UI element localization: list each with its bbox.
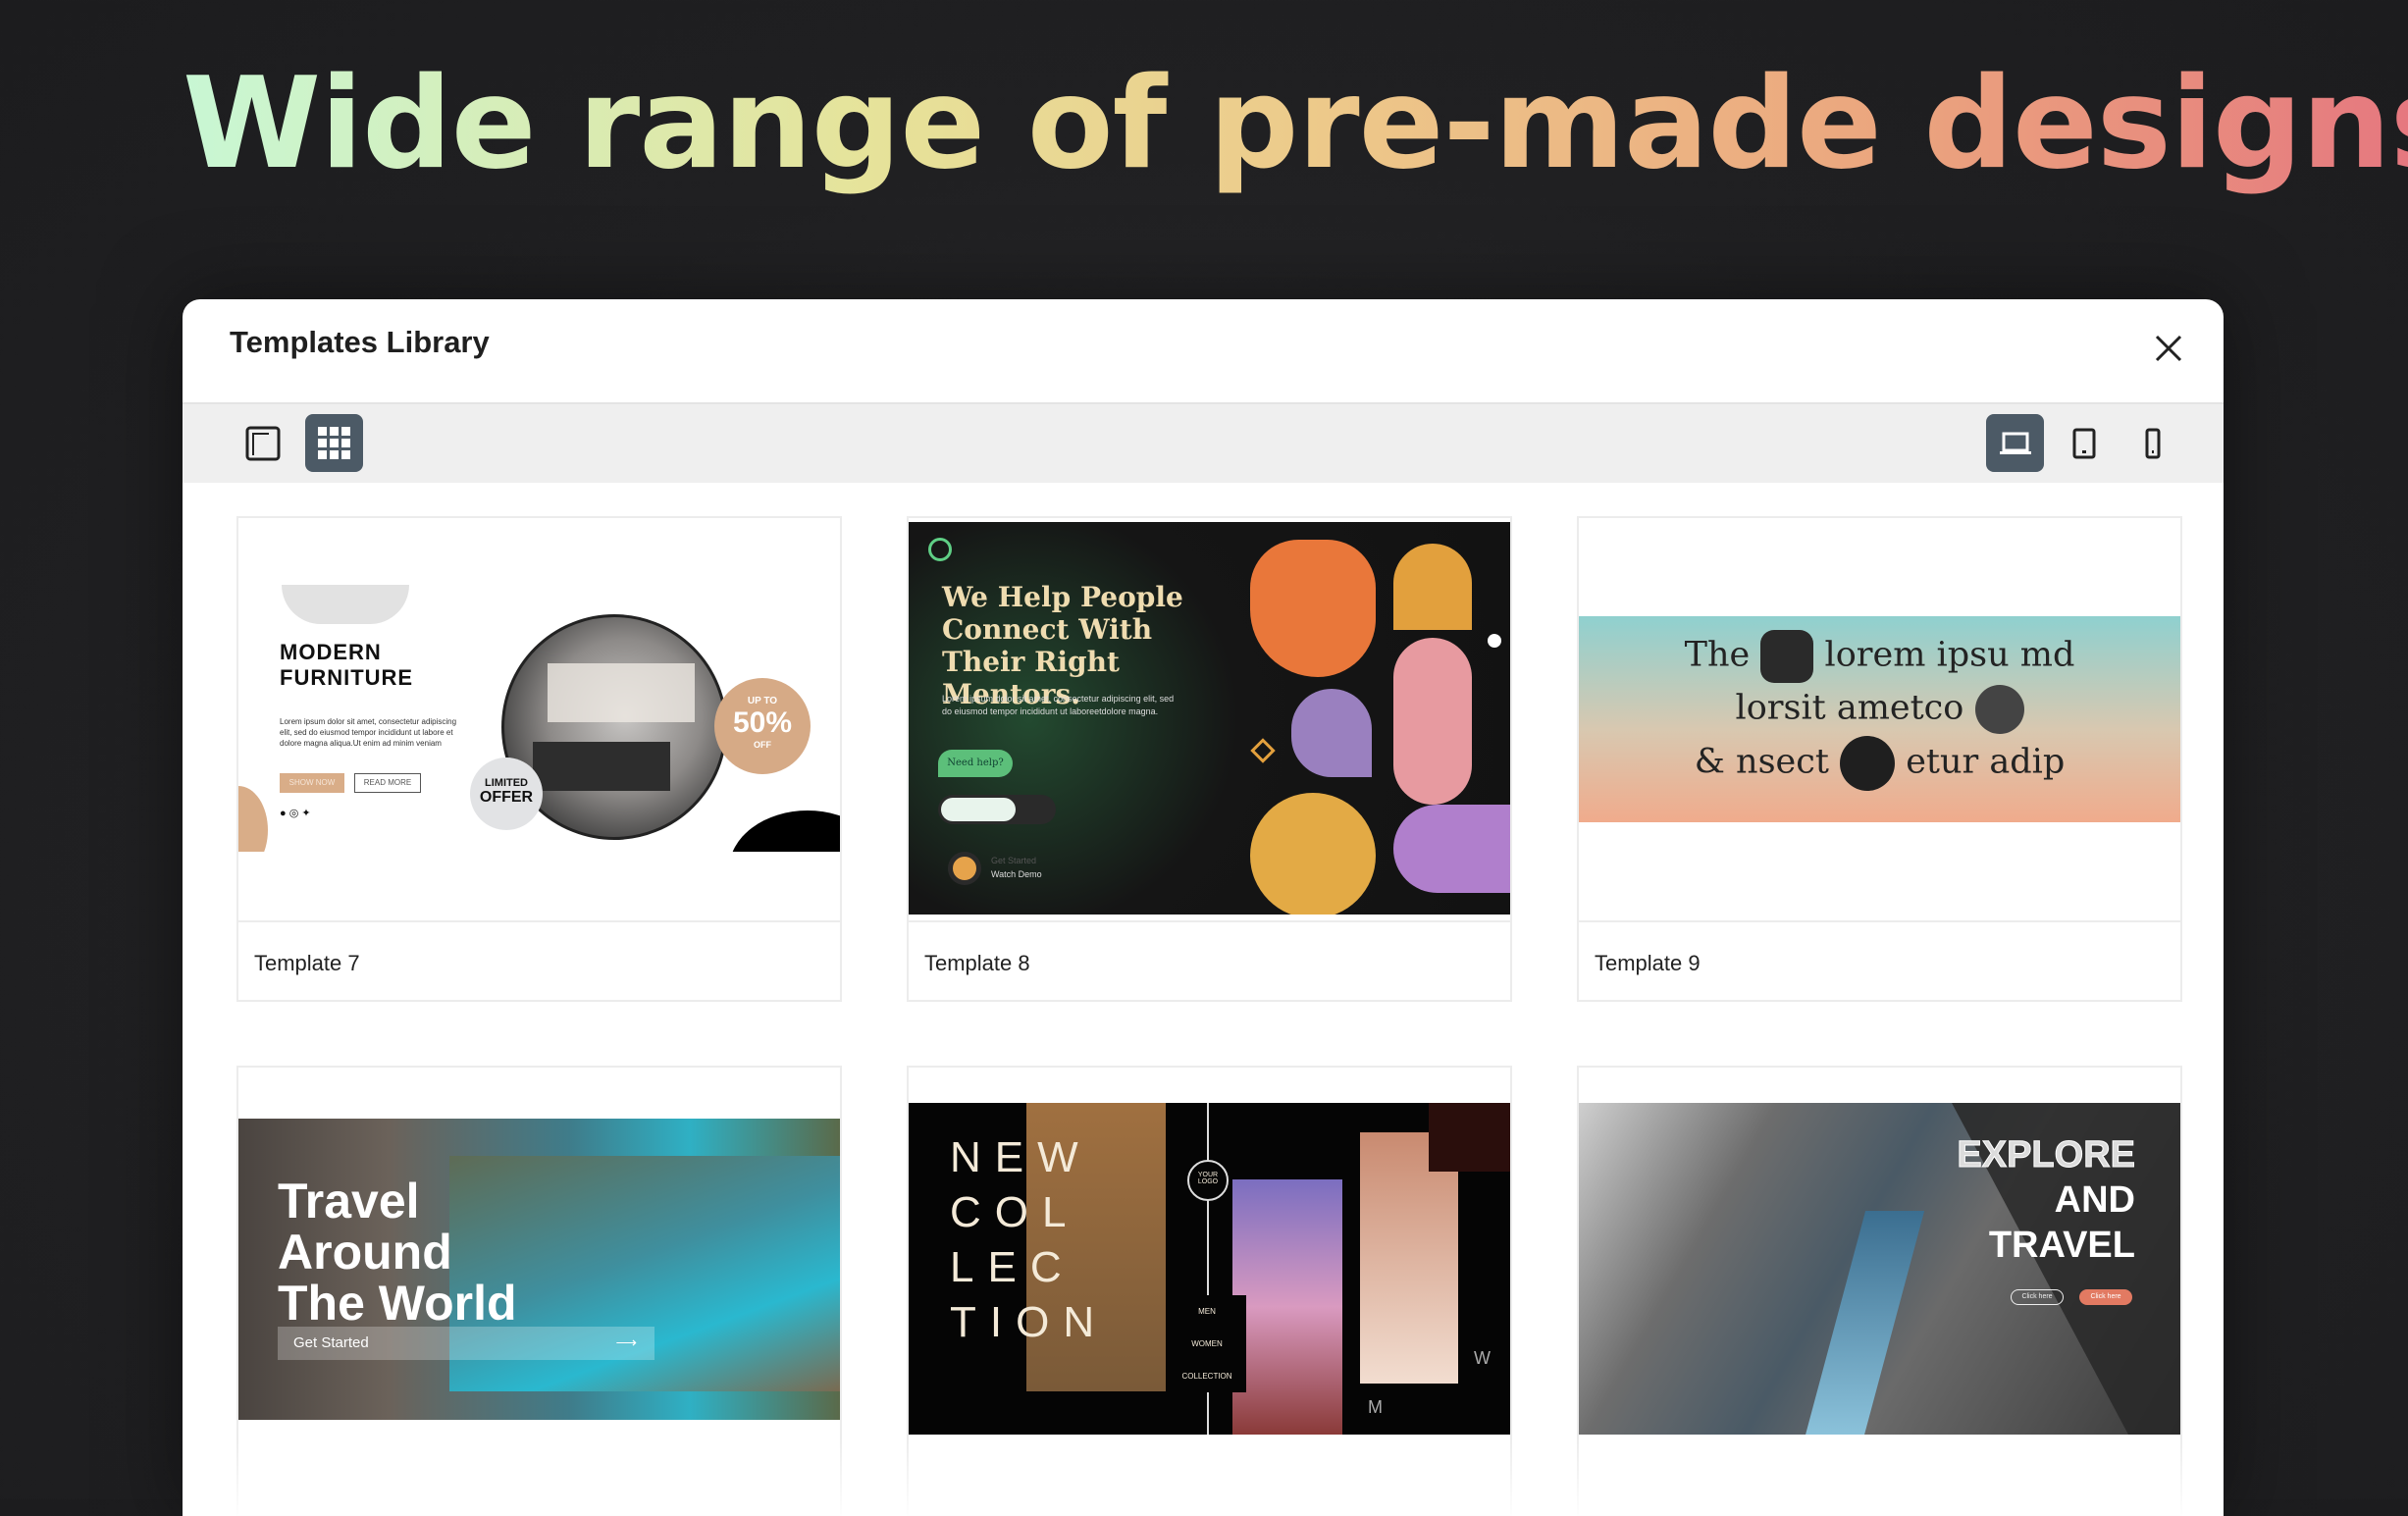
thumb-heading: TION: [950, 1298, 1109, 1346]
logo: YOUR LOGO: [1187, 1160, 1229, 1201]
close-icon[interactable]: [2149, 329, 2188, 368]
template-thumbnail: EXPLORE AND TRAVEL Click here Click here: [1579, 1103, 2180, 1435]
template-card[interactable]: The lorem ipsu md lorsit ametco & nsect …: [1577, 516, 2182, 1002]
offer-text: LIMITED: [485, 777, 528, 789]
thumb-heading: LEC: [950, 1243, 1075, 1291]
desktop-view-button[interactable]: [1986, 414, 2044, 472]
thumb-cta: Get Started: [991, 856, 1037, 865]
thumb-link: WOMEN: [1191, 1339, 1223, 1348]
thumb-text: & nsect: [1694, 742, 1829, 782]
template-card[interactable]: We Help People Connect With Their Right …: [907, 516, 1512, 1002]
mobile-icon: [2145, 428, 2160, 458]
offer-text: OFFER: [479, 789, 534, 806]
toolbar: [183, 404, 2224, 483]
thumb-heading: TRAVEL: [1988, 1225, 2135, 1266]
thumb-text: etur adip: [1906, 742, 2066, 782]
thumb-heading: Travel: [278, 1174, 420, 1228]
thumb-heading: The World: [278, 1276, 517, 1331]
modal-header: Templates Library: [183, 299, 2224, 404]
grid-view-icon: [317, 426, 350, 459]
template-thumbnail: The lorem ipsu md lorsit ametco & nsect …: [1579, 616, 2180, 822]
thumb-button: Click here: [2011, 1289, 2064, 1305]
thumb-heading: COL: [950, 1188, 1080, 1236]
thumb-cta: Watch Demo: [991, 869, 1042, 879]
thumb-cta: Get Started: [293, 1334, 369, 1351]
thumb-button: SHOW NOW: [280, 773, 344, 793]
modal-title: Templates Library: [230, 325, 490, 359]
thumb-heading: AND: [2054, 1179, 2135, 1221]
template-card[interactable]: MODERN FURNITURE Lorem ipsum dolor sit a…: [236, 516, 842, 1002]
template-thumbnail: We Help People Connect With Their Right …: [909, 522, 1510, 915]
template-label: Template 8: [909, 920, 1510, 1002]
thumb-heading: We Help People Connect With Their Right …: [942, 581, 1183, 710]
badge-text: UP TO: [747, 696, 778, 706]
thumb-button: Need help?: [938, 750, 1013, 777]
grid-view-button[interactable]: [305, 414, 363, 472]
thumb-letter: M: [1368, 1397, 1383, 1417]
thumb-heading: EXPLORE: [1957, 1134, 2136, 1176]
thumb-body: Lorem ipsum dolor sit amet, consectetur …: [942, 694, 1175, 716]
template-thumbnail: Travel Around The World Get Started ⟶: [238, 1119, 840, 1420]
arrow-right-icon: ⟶: [615, 1334, 637, 1351]
avatar: [1974, 685, 2024, 734]
tablet-icon: [2072, 428, 2095, 458]
social-icons: ● ◎ ✦: [280, 808, 311, 819]
bottom-fade: [183, 1438, 2224, 1516]
avatar: [1840, 736, 1896, 791]
template-label: Template 7: [238, 920, 840, 1002]
thumb-text: lorsit ametco: [1735, 688, 1964, 728]
single-view-button[interactable]: [234, 414, 291, 472]
templates-library-modal: Templates Library MODERN FURNITURE Lorem…: [183, 299, 2224, 1516]
tablet-view-button[interactable]: [2055, 414, 2113, 472]
template-label: Template 9: [1579, 920, 2180, 1002]
thumb-heading: FURNITURE: [280, 665, 414, 690]
thumb-button: Click here: [2079, 1289, 2132, 1305]
single-view-icon: [245, 426, 280, 460]
thumb-heading: NEW: [950, 1133, 1092, 1181]
thumb-heading: MODERN: [280, 640, 382, 664]
template-thumbnail: MODERN FURNITURE Lorem ipsum dolor sit a…: [238, 585, 840, 852]
template-thumbnail: NEW COL LEC TION YOUR LOGO MEN WOMEN COL…: [909, 1103, 1510, 1435]
thumb-link: COLLECTION: [1181, 1372, 1232, 1381]
thumb-text: lorem ipsu md: [1824, 635, 2075, 675]
thumb-body: Lorem ipsum dolor sit amet, consectetur …: [280, 717, 457, 748]
mobile-view-button[interactable]: [2123, 414, 2181, 472]
desktop-icon: [1999, 432, 2031, 454]
avatar: [1760, 630, 1814, 683]
thumb-link: MEN: [1198, 1307, 1216, 1316]
badge-value: 50%: [732, 706, 793, 739]
badge-text: OFF: [754, 740, 771, 750]
thumb-letter: W: [1474, 1348, 1491, 1368]
headline: Wide range of pre-made designs: [183, 51, 2408, 197]
thumb-heading: Around: [278, 1225, 452, 1280]
thumb-text: The: [1684, 635, 1751, 675]
thumb-button: READ MORE: [354, 773, 421, 793]
